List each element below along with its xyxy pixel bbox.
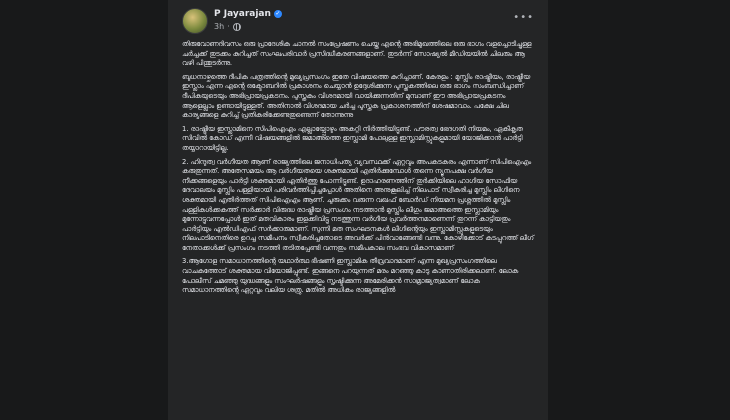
meta-separator: · — [227, 22, 230, 31]
post-paragraph: 3.ആഗോള സമാധാനത്തിന്റെ യഥാർത്ഥ ഭീഷണി ഇസ്ല… — [182, 257, 519, 295]
post-paragraph: 1. രാഷ്ട്രീയ ഇസ്ലാമിനെ സിപിഐഎം എല്ലായ്പ്… — [182, 124, 523, 152]
post-time[interactable]: 3h — [214, 22, 224, 31]
post-paragraph: തിരുവോണദിവസം ഒരു പ്രാദേശിക ചാനൽ സംപ്രേഷണ… — [182, 40, 532, 68]
avatar[interactable] — [182, 8, 208, 34]
post-body: തിരുവോണദിവസം ഒരു പ്രാദേശിക ചാനൽ സംപ്രേഷണ… — [182, 40, 538, 300]
verified-badge-icon: ✓ — [273, 10, 282, 18]
ellipsis-icon: ••• — [513, 12, 534, 23]
post-card: P Jayarajan ✓ 3h · ••• തിരുവോണദിവസം ഒരു … — [168, 0, 548, 420]
post-paragraph: ബുധനാഴ്ചത്തെ ദീപിക പത്രത്തിന്റെ മുഖ്യപ്ര… — [182, 72, 531, 120]
author-row: P Jayarajan ✓ — [214, 9, 282, 19]
more-options-button[interactable]: ••• — [513, 12, 534, 23]
post-paragraph: 2. ഹിന്ദുത്വ വർഗീയത ആണ് രാജ്യത്തിലെ ജനാധ… — [182, 157, 534, 252]
author-name[interactable]: P Jayarajan — [214, 9, 271, 19]
post-header: P Jayarajan ✓ 3h · ••• — [182, 8, 534, 36]
post-meta: 3h · — [214, 22, 241, 31]
globe-icon[interactable] — [232, 22, 241, 31]
